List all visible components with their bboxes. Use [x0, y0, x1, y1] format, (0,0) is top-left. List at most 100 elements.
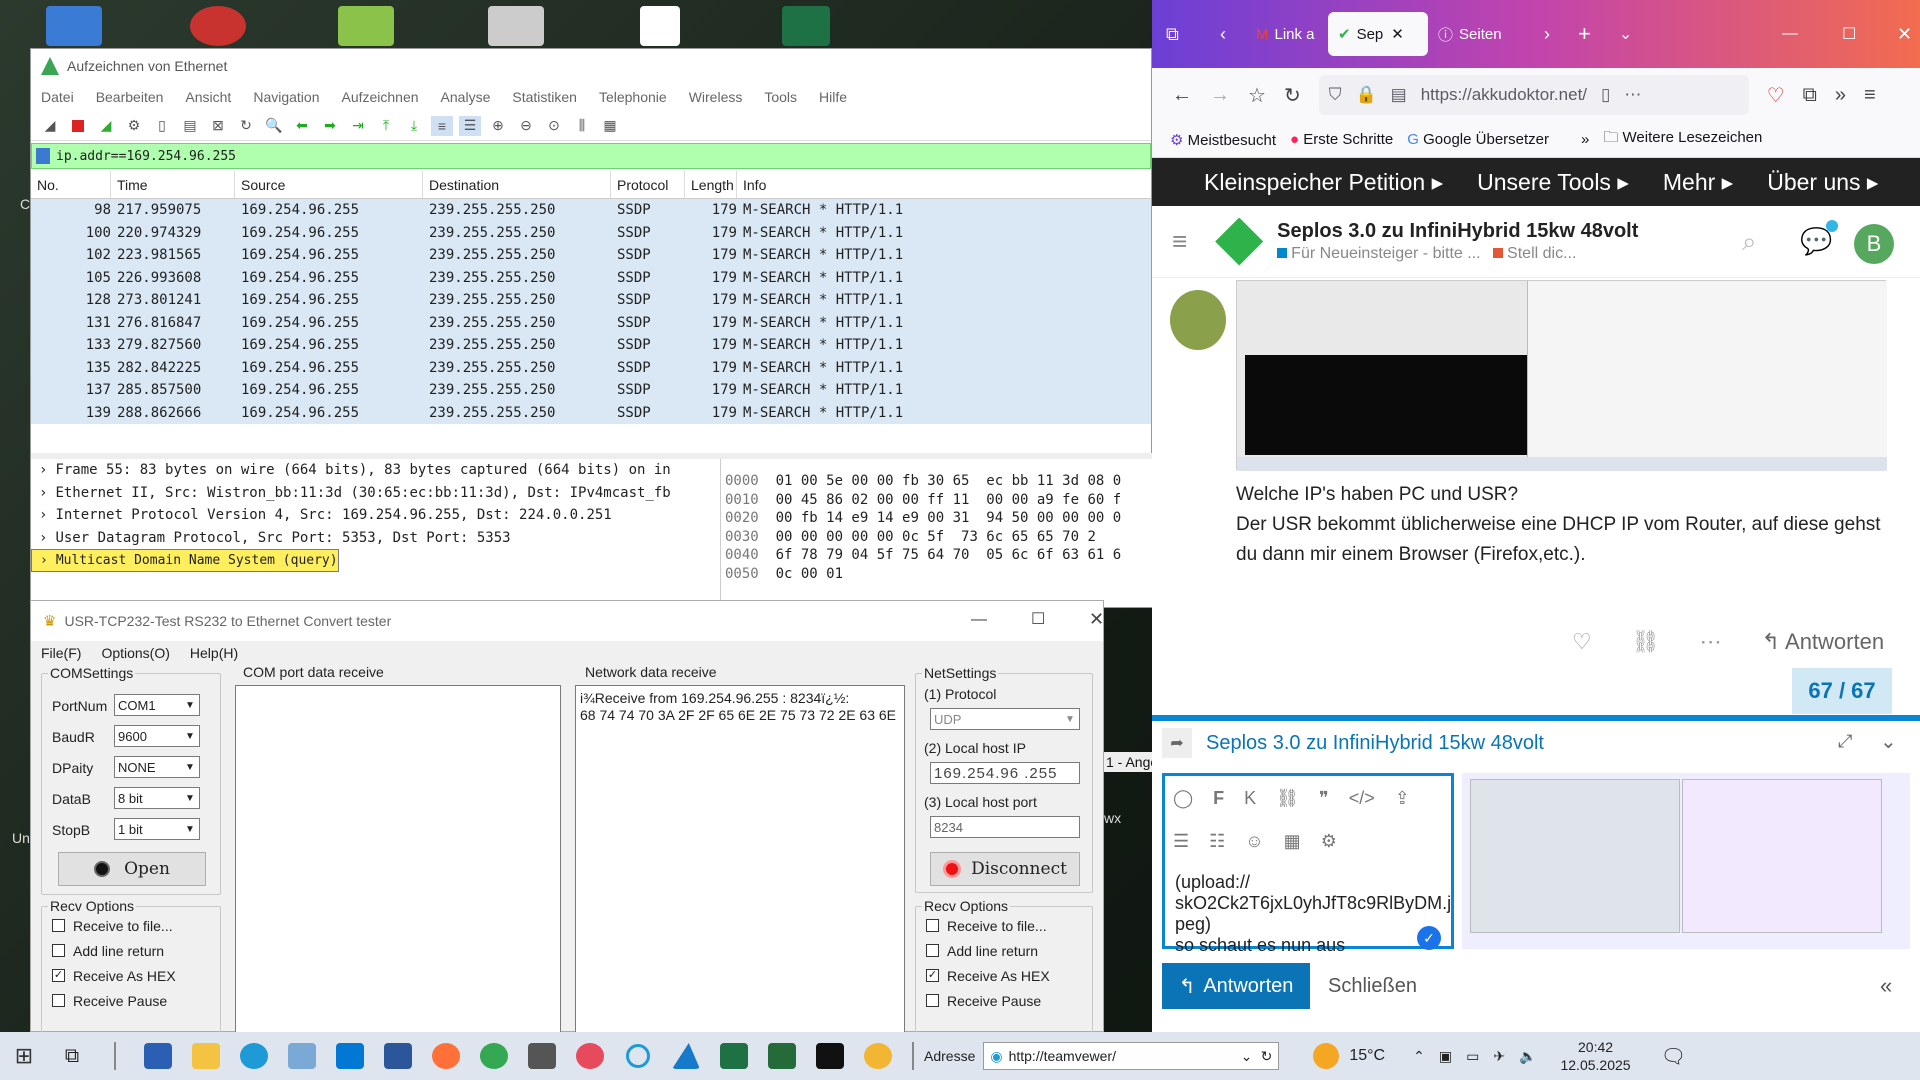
- detail-ip[interactable]: › Internet Protocol Version 4, Src: 169.2…: [31, 504, 720, 527]
- receive-to-file-checkbox[interactable]: Receive to file...: [52, 913, 176, 938]
- stopbits-select[interactable]: 1 bit ▼: [114, 818, 200, 840]
- col-length[interactable]: Length: [685, 171, 737, 198]
- receive-pause-checkbox[interactable]: Receive Pause: [926, 988, 1050, 1013]
- computer-icon[interactable]: [46, 6, 102, 46]
- site-logo-icon[interactable]: [1215, 217, 1264, 266]
- composer-topic-title[interactable]: Seplos 3.0 zu InfiniHybrid 15kw 48volt: [1206, 732, 1544, 755]
- code-icon[interactable]: </>: [1349, 788, 1375, 809]
- bookmark-meistbesucht[interactable]: ⚙ Meistbesucht: [1170, 131, 1276, 149]
- expand-icon[interactable]: ⤢: [1838, 731, 1852, 752]
- menu-icon[interactable]: ≡: [1864, 84, 1876, 107]
- close-composer-button[interactable]: Schließen: [1328, 975, 1417, 998]
- menu-bearbeiten[interactable]: Bearbeiten: [96, 89, 164, 105]
- reply-button[interactable]: ↰ Antworten: [1762, 629, 1884, 655]
- com-receive-textarea[interactable]: [235, 685, 561, 1033]
- page-icon[interactable]: ▤: [1391, 85, 1407, 105]
- add-line-return-checkbox[interactable]: Add line return: [52, 938, 176, 963]
- table-row[interactable]: 105 226.993608 169.254.96.255 239.255.255.2…: [31, 266, 1151, 289]
- portnum-select[interactable]: COM1 ▼: [114, 694, 200, 716]
- col-no[interactable]: No.: [31, 171, 111, 198]
- taskbar-outlook[interactable]: [326, 1032, 374, 1080]
- taskbar-calculator[interactable]: [518, 1032, 566, 1080]
- table-row[interactable]: 133 279.827560 169.254.96.255 239.255.255.2…: [31, 334, 1151, 357]
- taskbar-chrome[interactable]: [470, 1032, 518, 1080]
- composer-text[interactable]: (upload:// skO2Ck2T6jxL0yhJfT8c9RlByDM.j…: [1175, 872, 1451, 956]
- zoom-out-icon[interactable]: ⊖: [515, 116, 537, 136]
- detail-mdns[interactable]: › Multicast Domain Name System (query): [31, 549, 339, 572]
- tab-seplos[interactable]: ✔ Sep ✕: [1328, 12, 1428, 56]
- reply-share-icon[interactable]: ➦: [1162, 728, 1192, 758]
- category-newcomers[interactable]: Für Neueinsteiger - bitte ...: [1291, 245, 1480, 262]
- zoom-normal-icon[interactable]: ⊙: [543, 116, 565, 136]
- lock-icon[interactable]: 🔒: [1355, 85, 1376, 105]
- capture-options-icon[interactable]: ⚙: [123, 116, 145, 136]
- like-heart-icon[interactable]: ♡: [1572, 629, 1592, 655]
- calendar-icon[interactable]: ▦: [1284, 831, 1301, 852]
- bookmark-weitere[interactable]: 🗀 Weitere Lesezeichen: [1603, 127, 1762, 152]
- menu-aufzeichnen[interactable]: Aufzeichnen: [341, 89, 418, 105]
- resize-columns-icon[interactable]: ⫼: [571, 116, 593, 136]
- bullet-list-icon[interactable]: ☰: [1173, 831, 1189, 852]
- hamburger-menu-icon[interactable]: ≡: [1172, 226, 1187, 257]
- shield-icon[interactable]: ⛉: [1329, 85, 1342, 105]
- bookmark-google-translate[interactable]: G Google Übersetzer: [1407, 131, 1549, 148]
- taskbar-usr-tool[interactable]: [854, 1032, 902, 1080]
- detail-ethernet[interactable]: › Ethernet II, Src: Wistron_bb:11:3d (30:…: [31, 482, 720, 505]
- table-row[interactable]: 131 276.816847 169.254.96.255 239.255.255.2…: [31, 311, 1151, 334]
- more-options-icon[interactable]: ⋯: [1700, 629, 1722, 655]
- composer-editor[interactable]: ◯ F K ⛓ ❞ </> ⇪ ☰ ☷ ☺ ▦ ⚙ (upload:// skO…: [1162, 773, 1454, 955]
- menu-help[interactable]: Help(H): [190, 645, 238, 661]
- go-back-icon[interactable]: ⬅: [291, 116, 313, 136]
- nav-kleinspeicher[interactable]: Kleinspeicher Petition ▸: [1204, 169, 1443, 196]
- tab-link[interactable]: M Link a: [1246, 12, 1328, 56]
- menu-datei[interactable]: Datei: [41, 89, 74, 105]
- receive-as-hex-checkbox[interactable]: ✓ Receive As HEX: [52, 963, 176, 988]
- open-button[interactable]: Open: [58, 852, 206, 886]
- go-to-packet-icon[interactable]: ⇥: [347, 116, 369, 136]
- taskbar-network-tool[interactable]: [758, 1032, 806, 1080]
- maximize-icon[interactable]: ☐: [1031, 609, 1045, 629]
- blockquote-icon[interactable]: ❞: [1319, 788, 1329, 809]
- protocol-select[interactable]: UDP ▼: [930, 708, 1080, 730]
- menu-tools[interactable]: Tools: [764, 89, 797, 105]
- new-tab-icon[interactable]: +: [1578, 21, 1591, 47]
- open-file-icon[interactable]: ▯: [151, 116, 173, 136]
- excel-file-icon[interactable]: [782, 6, 830, 46]
- menu-statistiken[interactable]: Statistiken: [512, 89, 577, 105]
- chat-icon[interactable]: 💬: [1800, 220, 1839, 257]
- avatar[interactable]: B: [1854, 224, 1894, 264]
- close-icon[interactable]: ✕: [1897, 24, 1912, 45]
- menu-file[interactable]: File(F): [41, 645, 81, 661]
- extensions-icon[interactable]: ⧉: [1803, 84, 1817, 107]
- chevron-right-icon[interactable]: ›: [1544, 24, 1550, 45]
- stop-capture-icon[interactable]: [67, 116, 89, 136]
- detail-udp[interactable]: › User Datagram Protocol, Src Port: 5353,…: [31, 527, 720, 550]
- user-avatar-penguin[interactable]: [1170, 290, 1226, 350]
- bookmark-erste-schritte[interactable]: ● Erste Schritte: [1290, 131, 1393, 148]
- taskbar-store-app[interactable]: [134, 1032, 182, 1080]
- spellcheck-icon[interactable]: ✓: [1417, 926, 1441, 950]
- chevron-double-right-icon[interactable]: »: [1581, 131, 1589, 148]
- submit-reply-button[interactable]: ↰ Antworten: [1162, 963, 1310, 1009]
- bookmark-icon[interactable]: [36, 148, 50, 164]
- nav-tools[interactable]: Unsere Tools ▸: [1477, 169, 1629, 196]
- list-tabs-icon[interactable]: ⌄: [1619, 24, 1632, 44]
- chevron-up-icon[interactable]: ⌃: [1413, 1048, 1425, 1065]
- table-row[interactable]: 102 223.981565 169.254.96.255 239.255.255.2…: [31, 244, 1151, 267]
- taskbar-cortana[interactable]: [614, 1032, 662, 1080]
- colorize-icon[interactable]: ☰: [459, 115, 481, 136]
- table-row[interactable]: 137 285.857500 169.254.96.255 239.255.255.2…: [31, 379, 1151, 402]
- reload-icon[interactable]: ↻: [1284, 83, 1301, 108]
- reader-view-icon[interactable]: ▯: [1601, 85, 1610, 105]
- menu-wireless[interactable]: Wireless: [689, 89, 743, 105]
- link-icon[interactable]: ⛓: [1276, 788, 1299, 809]
- close-file-icon[interactable]: ⊠: [207, 116, 229, 136]
- menu-navigation[interactable]: Navigation: [253, 89, 319, 105]
- forward-icon[interactable]: →: [1210, 84, 1230, 107]
- table-row[interactable]: 128 273.801241 169.254.96.255 239.255.255.2…: [31, 289, 1151, 312]
- restart-capture-icon[interactable]: ◢: [95, 116, 117, 136]
- quote-bubble-icon[interactable]: ◯: [1173, 788, 1193, 809]
- last-packet-icon[interactable]: ⤓: [403, 116, 425, 136]
- collapse-icon[interactable]: ⌄: [1880, 729, 1897, 754]
- autoscroll-icon[interactable]: ≡: [431, 115, 453, 136]
